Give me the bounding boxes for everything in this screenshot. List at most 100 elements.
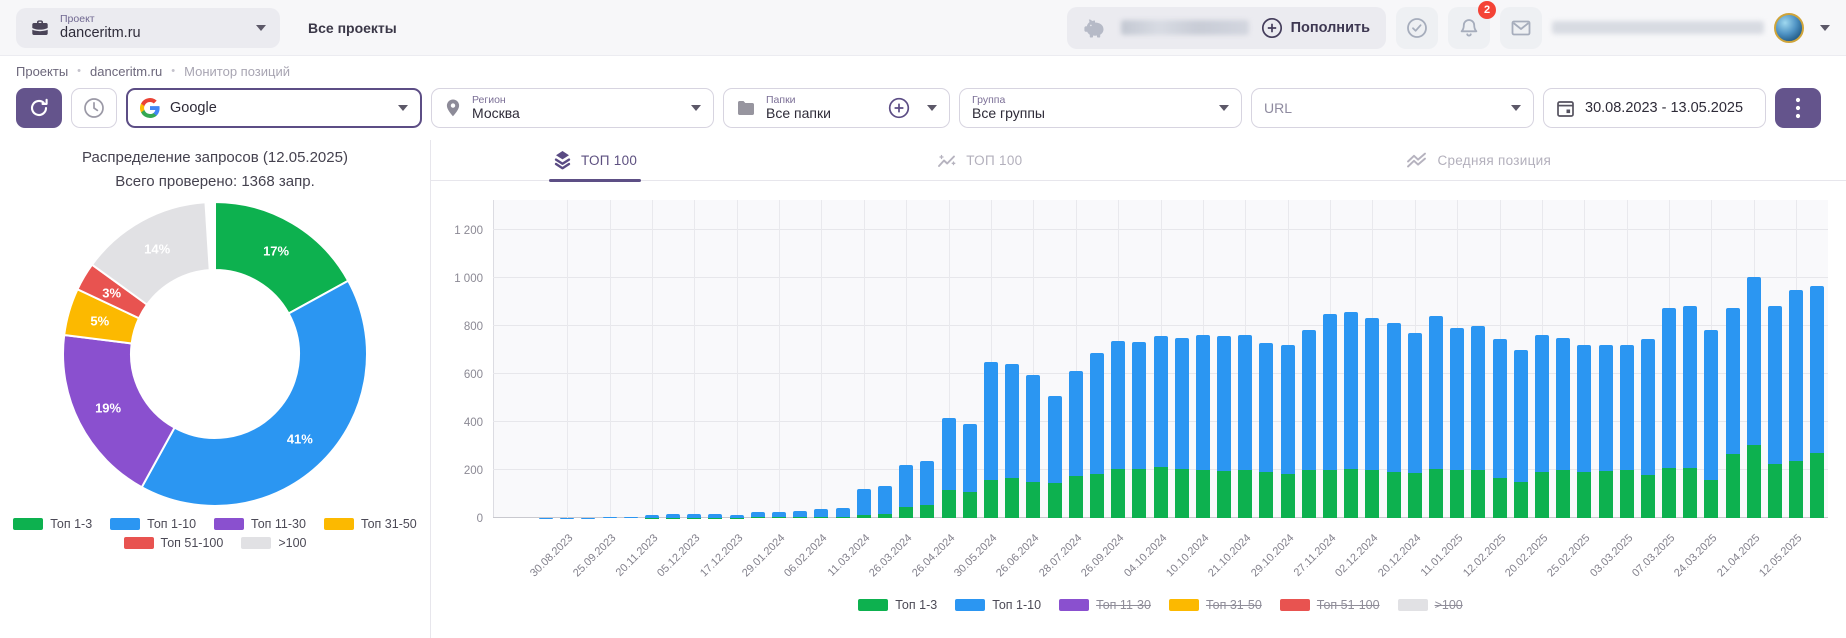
stacked-bar[interactable] — [1726, 308, 1740, 518]
stacked-bar[interactable] — [1429, 316, 1443, 518]
tab-top100-stacked[interactable]: ТОП 100 — [549, 140, 641, 181]
donut-legend-item[interactable]: >100 — [241, 536, 306, 550]
stacked-bar[interactable] — [1599, 345, 1613, 518]
stacked-bar[interactable] — [1344, 312, 1358, 518]
stacked-bar[interactable] — [942, 418, 956, 518]
bar-segment-top1-10 — [878, 486, 892, 514]
stacked-bar[interactable] — [963, 424, 977, 518]
tab-top100-line[interactable]: ТОП 100 — [933, 140, 1026, 181]
donut-legend-item[interactable]: Топ 11-30 — [214, 517, 306, 531]
stacked-bar[interactable] — [666, 514, 680, 518]
all-projects-link[interactable]: Все проекты — [308, 20, 397, 36]
stacked-bar[interactable] — [1281, 345, 1295, 518]
stacked-bar[interactable] — [1090, 353, 1104, 518]
bar-segment-top1-3 — [1132, 469, 1146, 518]
add-folder-button[interactable] — [887, 96, 911, 120]
stacked-bar[interactable] — [1026, 375, 1040, 518]
donut-slice-Топ 1-10[interactable] — [142, 281, 367, 506]
bar-legend-item[interactable]: Топ 1-10 — [955, 598, 1041, 612]
stacked-bar[interactable] — [1535, 335, 1549, 518]
stacked-bar[interactable] — [1259, 343, 1273, 518]
breadcrumb-projects[interactable]: Проекты — [16, 64, 68, 79]
stacked-bar[interactable] — [1450, 328, 1464, 518]
messages-button[interactable] — [1500, 7, 1542, 49]
stacked-bar[interactable] — [751, 512, 765, 518]
stacked-bar[interactable] — [1683, 306, 1697, 518]
stacked-bar[interactable] — [1514, 350, 1528, 518]
stacked-bar[interactable] — [603, 517, 617, 518]
donut-legend-item[interactable]: Топ 1-10 — [110, 517, 196, 531]
stacked-bar[interactable] — [836, 508, 850, 518]
topup-button[interactable]: Пополнить — [1261, 17, 1370, 39]
region-select[interactable]: Регион Москва — [431, 88, 714, 128]
stacked-bar[interactable] — [1069, 371, 1083, 518]
tasks-button[interactable] — [1396, 7, 1438, 49]
stacked-bar[interactable] — [878, 486, 892, 518]
topbar: Проект danceritm.ru Все проекты Пополнит… — [0, 0, 1846, 56]
stacked-bar[interactable] — [1747, 277, 1761, 518]
bar-segment-top1-10 — [1196, 335, 1210, 470]
stacked-bar[interactable] — [1493, 339, 1507, 518]
stacked-bar[interactable] — [1641, 339, 1655, 518]
donut-legend-item[interactable]: Топ 1-3 — [13, 517, 92, 531]
stacked-bar[interactable] — [793, 511, 807, 518]
stacked-bar[interactable] — [645, 515, 659, 518]
stacked-bar[interactable] — [1620, 345, 1634, 518]
stacked-bar[interactable] — [920, 461, 934, 518]
stacked-bar[interactable] — [984, 362, 998, 518]
user-menu-chevron-icon[interactable] — [1820, 25, 1830, 31]
breadcrumb-site[interactable]: danceritm.ru — [90, 64, 162, 79]
donut-legend-item[interactable]: Топ 31-50 — [324, 517, 417, 531]
url-select[interactable]: URL — [1251, 88, 1534, 128]
main-content: Распределение запросов (12.05.2025) Всег… — [0, 140, 1846, 638]
history-button[interactable] — [71, 88, 117, 128]
stacked-bar[interactable] — [687, 514, 701, 518]
refresh-button[interactable] — [16, 88, 62, 128]
stacked-bar[interactable] — [1471, 326, 1485, 518]
bar-legend-item[interactable]: >100 — [1398, 598, 1463, 612]
more-options-button[interactable] — [1775, 88, 1821, 128]
stacked-bar[interactable] — [1789, 290, 1803, 518]
bar-legend-item[interactable]: Топ 1-3 — [858, 598, 937, 612]
tab-average-position[interactable]: Средняя позиция — [1402, 140, 1555, 181]
stacked-bar[interactable] — [857, 489, 871, 518]
stacked-bar[interactable] — [814, 509, 828, 518]
stacked-bar[interactable] — [1302, 330, 1316, 518]
project-selector[interactable]: Проект danceritm.ru — [16, 8, 280, 48]
stacked-bar[interactable] — [708, 514, 722, 518]
stacked-bar[interactable] — [730, 515, 744, 518]
stacked-bar[interactable] — [1704, 330, 1718, 518]
stacked-bar[interactable] — [1154, 336, 1168, 518]
stacked-bar[interactable] — [1768, 306, 1782, 518]
stacked-bar[interactable] — [1111, 341, 1125, 518]
bar-legend-item[interactable]: Топ 11-30 — [1059, 598, 1151, 612]
stacked-bar[interactable] — [1556, 338, 1570, 518]
stacked-bar[interactable] — [772, 512, 786, 518]
stacked-bar[interactable] — [899, 465, 913, 518]
stacked-bar[interactable] — [1365, 318, 1379, 518]
stacked-bar[interactable] — [1408, 333, 1422, 518]
avatar[interactable] — [1774, 13, 1804, 43]
bar-legend-item[interactable]: Топ 51-100 — [1280, 598, 1380, 612]
search-engine-select[interactable]: Google — [126, 88, 422, 128]
stacked-bar[interactable] — [1238, 335, 1252, 518]
notifications-button[interactable]: 2 — [1448, 7, 1490, 49]
stacked-bar[interactable] — [1387, 323, 1401, 518]
bar-legend-item[interactable]: Топ 31-50 — [1169, 598, 1262, 612]
stacked-bar[interactable] — [1323, 314, 1337, 518]
stacked-bar[interactable] — [1662, 308, 1676, 518]
donut-legend-item[interactable]: Топ 51-100 — [124, 536, 224, 550]
folders-select[interactable]: Папки Все папки — [723, 88, 950, 128]
stacked-bar[interactable] — [1217, 336, 1231, 518]
stacked-bar[interactable] — [624, 517, 638, 518]
stacked-bar[interactable] — [1810, 286, 1824, 518]
stacked-bar[interactable] — [1175, 338, 1189, 518]
stacked-bar[interactable] — [1005, 364, 1019, 518]
bar-segment-top1-3 — [1387, 472, 1401, 518]
stacked-bar[interactable] — [1577, 345, 1591, 518]
group-select[interactable]: Группа Все группы — [959, 88, 1242, 128]
stacked-bar[interactable] — [1048, 396, 1062, 518]
date-range-picker[interactable]: 30.08.2023 - 13.05.2025 — [1543, 88, 1766, 128]
stacked-bar[interactable] — [1132, 342, 1146, 518]
stacked-bar[interactable] — [1196, 335, 1210, 518]
